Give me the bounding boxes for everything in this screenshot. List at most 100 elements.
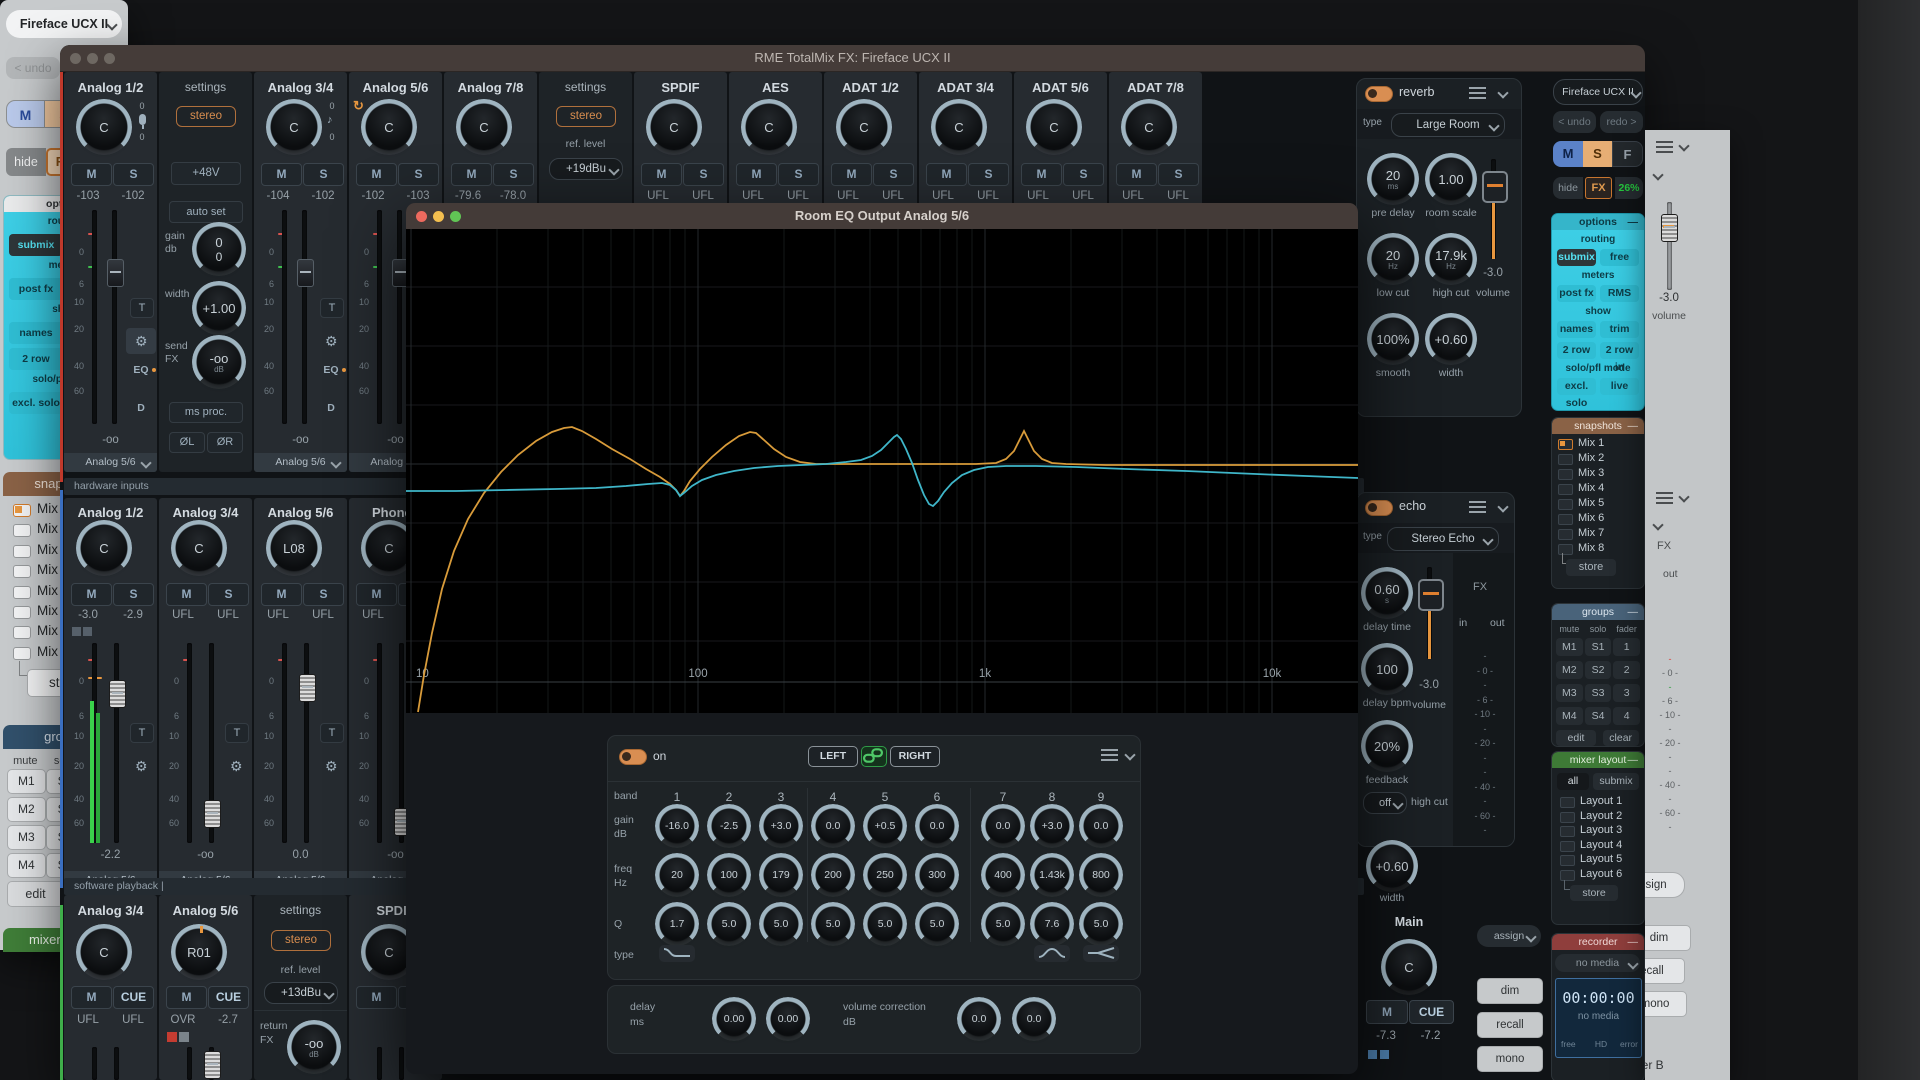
- mute-master-button[interactable]: M: [1553, 141, 1583, 167]
- band-9-freq-knob[interactable]: 800: [1084, 858, 1118, 892]
- layout-select-3[interactable]: [1560, 826, 1575, 837]
- fx-enable-toggle[interactable]: [1365, 500, 1393, 516]
- assign-dropdown[interactable]: assign: [1477, 925, 1541, 947]
- echo-volume-fader[interactable]: [1418, 579, 1444, 611]
- band-2-freq-knob[interactable]: 100: [712, 858, 746, 892]
- group-button-M3[interactable]: M3: [1556, 684, 1583, 702]
- snapshot-label[interactable]: Mix 6: [1578, 512, 1638, 526]
- echo-width-knob[interactable]: +0.60: [1371, 845, 1413, 887]
- recorder-media-dropdown[interactable]: no media: [1555, 954, 1640, 972]
- solo-button[interactable]: S: [208, 583, 249, 606]
- gear-icon[interactable]: ⚙: [230, 759, 243, 773]
- groups-edit-button[interactable]: edit: [1556, 730, 1596, 746]
- fader-track[interactable]: [114, 1047, 119, 1080]
- snapshot-label[interactable]: Mix 5: [1578, 497, 1638, 511]
- trim-button[interactable]: T: [320, 298, 344, 318]
- snapshot-select-2[interactable]: [13, 524, 31, 537]
- snapshot-select-7[interactable]: [1558, 529, 1573, 540]
- group-button-S1[interactable]: S1: [1585, 638, 1612, 656]
- pan-knob[interactable]: C: [461, 104, 507, 150]
- reverb-type-dropdown[interactable]: Large Room: [1391, 113, 1505, 137]
- phase-left-button[interactable]: ØL: [169, 432, 205, 453]
- mute-button[interactable]: M: [261, 163, 302, 186]
- layout-submix-button[interactable]: submix: [1593, 773, 1639, 790]
- group-button-S3[interactable]: S3: [1585, 684, 1612, 702]
- snapshot-label[interactable]: Mix 7: [1578, 527, 1638, 541]
- band-3-gain-knob[interactable]: +3.0: [764, 809, 798, 843]
- mute-button[interactable]: M: [71, 163, 112, 186]
- delay-right-knob[interactable]: 0.00: [771, 1002, 805, 1036]
- trim-button[interactable]: T: [225, 723, 249, 743]
- solo-master-button[interactable]: S: [1583, 141, 1612, 167]
- channel-name[interactable]: Analog 3/4: [254, 80, 347, 95]
- snapshots-header[interactable]: snapshots—: [1552, 418, 1644, 434]
- band-1-type-button[interactable]: [659, 945, 695, 962]
- channel-name[interactable]: Analog 3/4: [64, 903, 157, 918]
- phase-right-button[interactable]: ØR: [207, 432, 243, 453]
- fader-track[interactable]: [399, 1047, 404, 1080]
- delay-left-knob[interactable]: 0.00: [717, 1002, 751, 1036]
- group-button-M1[interactable]: M1: [7, 769, 46, 794]
- snapshot-select-7[interactable]: [13, 626, 31, 639]
- group-button-M4[interactable]: M4: [1556, 707, 1583, 725]
- group-button-S4[interactable]: S4: [1585, 707, 1612, 725]
- option-names[interactable]: names: [1557, 321, 1596, 338]
- mute-button[interactable]: M: [451, 163, 492, 186]
- fader-track[interactable]: [304, 643, 309, 843]
- band-8-freq-knob[interactable]: 1.43k: [1035, 858, 1069, 892]
- eq-left-button[interactable]: LEFT: [808, 746, 858, 767]
- fader-handle[interactable]: [107, 259, 124, 287]
- band-1-q-knob[interactable]: 1.7: [660, 907, 694, 941]
- reverb-knob-pre-delay[interactable]: 20ms: [1372, 158, 1414, 200]
- trim-button[interactable]: T: [320, 723, 344, 743]
- snapshot-select-8[interactable]: [13, 647, 31, 660]
- layout-all-button[interactable]: all: [1557, 773, 1589, 790]
- solo-button[interactable]: S: [1063, 163, 1104, 186]
- fader-handle[interactable]: [299, 674, 316, 702]
- chevron-down-icon[interactable]: [1652, 170, 1662, 180]
- fx-collapse-icon[interactable]: [1497, 502, 1507, 512]
- snapshot-select-2[interactable]: [1558, 454, 1573, 465]
- cue-button[interactable]: CUE: [113, 986, 154, 1009]
- band-5-freq-knob[interactable]: 250: [868, 858, 902, 892]
- chevron-down-icon[interactable]: [608, 165, 618, 175]
- trim-button[interactable]: T: [130, 298, 154, 318]
- echo-knob-feedback[interactable]: 20%: [1366, 725, 1408, 767]
- channel-name[interactable]: Analog 5/6: [349, 80, 442, 95]
- snapshot-select-5[interactable]: [1558, 499, 1573, 510]
- mute-button[interactable]: M: [1021, 163, 1062, 186]
- band-2-q-knob[interactable]: 5.0: [712, 907, 746, 941]
- group-button-M2[interactable]: M2: [7, 797, 46, 822]
- dim-button[interactable]: dim: [1645, 925, 1691, 951]
- band-6-gain-knob[interactable]: 0.0: [920, 809, 954, 843]
- pan-knob[interactable]: C: [366, 104, 412, 150]
- mute-button[interactable]: M: [166, 986, 207, 1009]
- fx-view-button[interactable]: FX: [1585, 177, 1612, 199]
- pan-knob[interactable]: C: [81, 929, 127, 975]
- layout-label[interactable]: Layout 1: [1580, 795, 1640, 807]
- solo-button[interactable]: S: [303, 583, 344, 606]
- chevron-down-icon[interactable]: [140, 458, 150, 468]
- reverb-knob-width[interactable]: +0.60: [1430, 318, 1472, 360]
- channel-name[interactable]: Analog 5/6: [159, 903, 252, 918]
- chevron-down-icon[interactable]: [330, 458, 340, 468]
- gear-icon[interactable]: ⚙: [135, 334, 148, 348]
- mute-master-button[interactable]: M: [6, 100, 45, 128]
- chevron-down-icon[interactable]: [1630, 88, 1640, 98]
- eq-collapse-icon[interactable]: [1124, 750, 1134, 760]
- channel-name[interactable]: ADAT 3/4: [919, 80, 1012, 95]
- option-post_fx[interactable]: post fx: [1557, 285, 1596, 302]
- layout-label[interactable]: Layout 6: [1580, 868, 1640, 880]
- width-knob[interactable]: +1.00: [197, 286, 241, 330]
- fx-menu-icon[interactable]: [1469, 501, 1486, 514]
- gear-icon[interactable]: ⚙: [325, 759, 338, 773]
- phantom-48v-button[interactable]: +48V: [171, 162, 241, 185]
- mute-button[interactable]: M: [356, 583, 397, 606]
- minimize-icon[interactable]: —: [1628, 752, 1639, 768]
- mute-button[interactable]: M: [736, 163, 777, 186]
- hide-fx-button[interactable]: hide: [6, 148, 46, 176]
- pan-knob[interactable]: R01: [176, 929, 222, 975]
- minimize-icon[interactable]: —: [1628, 418, 1639, 434]
- band-1-gain-knob[interactable]: -16.0: [660, 809, 694, 843]
- band-3-q-knob[interactable]: 5.0: [764, 907, 798, 941]
